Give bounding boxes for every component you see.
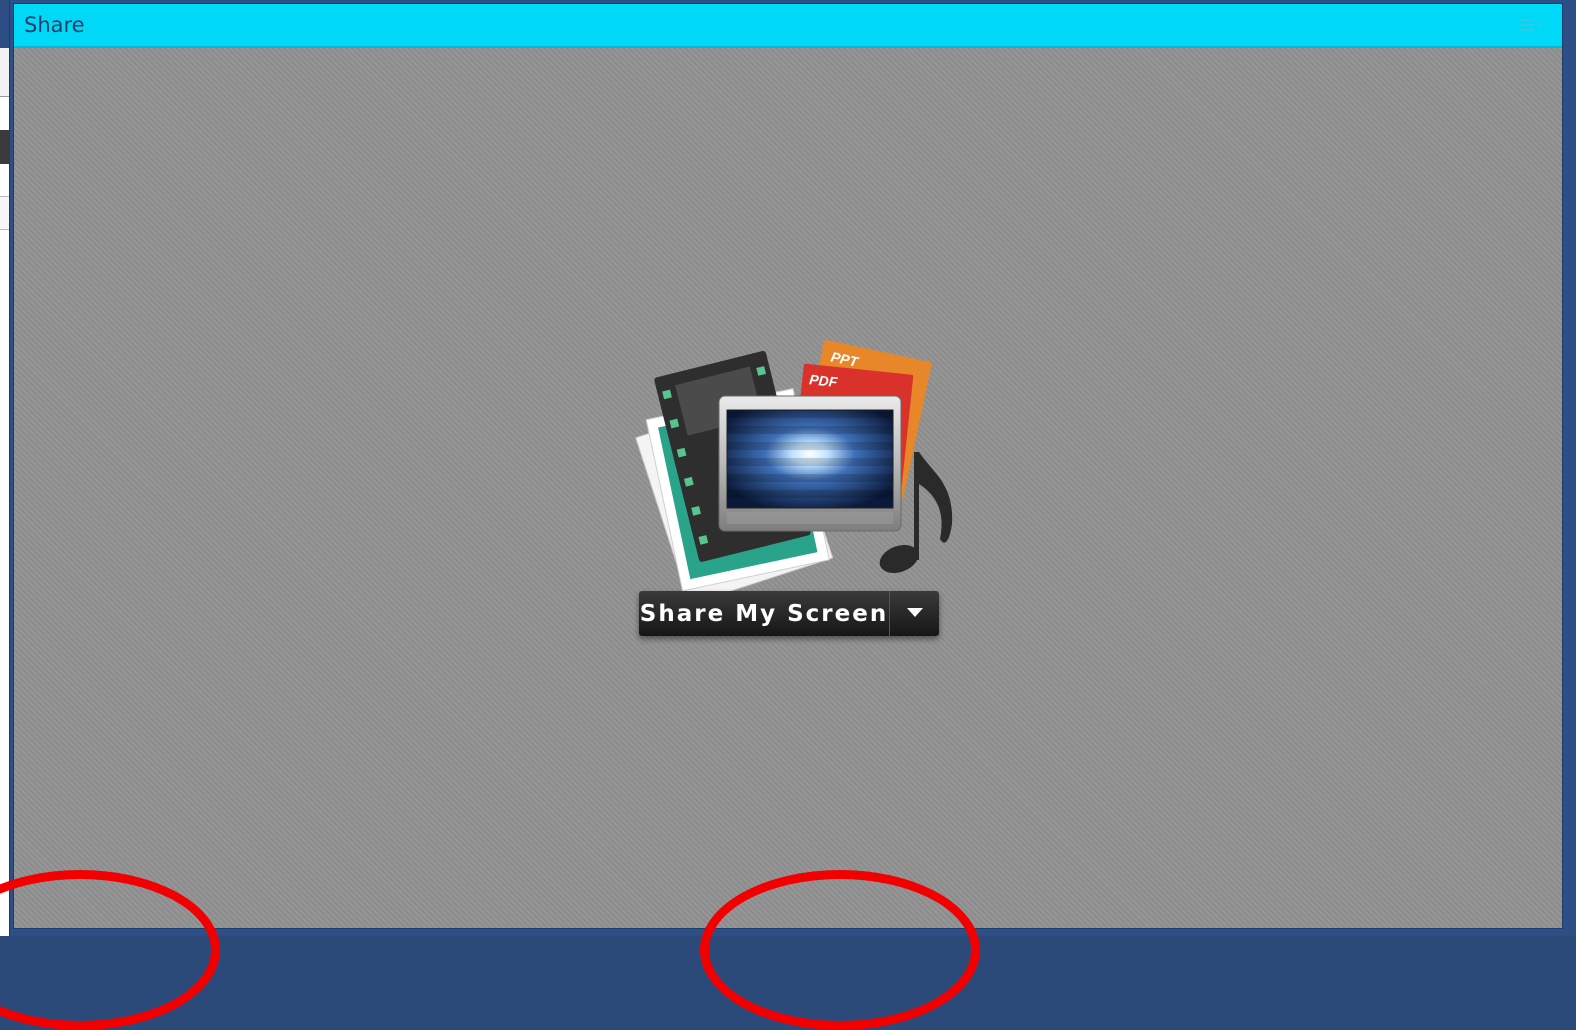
share-button-group: Share My Screen — [639, 591, 939, 636]
left-side-panel-edge — [0, 0, 10, 936]
pod-title: Share — [24, 13, 85, 37]
pod-titlebar: Share — [14, 4, 1562, 48]
app-background: Share PPT PDF Share My Screen — [0, 0, 1576, 1030]
hamburger-menu-icon[interactable] — [1520, 18, 1544, 34]
pdf-label: PDF — [809, 371, 839, 390]
share-pod: Share PPT PDF Share My Screen — [13, 3, 1563, 929]
share-my-screen-button[interactable]: Share My Screen — [639, 591, 889, 636]
annotation-circle-center — [700, 870, 980, 1030]
chevron-down-icon — [906, 605, 924, 623]
share-options-dropdown-button[interactable] — [889, 591, 939, 636]
